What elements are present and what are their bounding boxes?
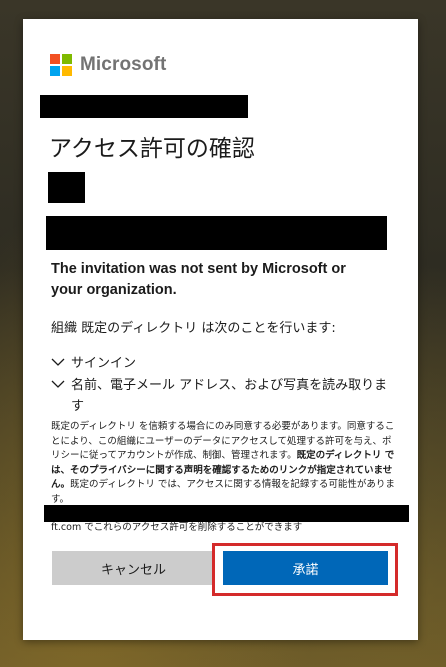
microsoft-logo-icon xyxy=(50,54,72,76)
chevron-down-icon[interactable] xyxy=(51,375,71,396)
permission-label: サインイン xyxy=(71,356,137,371)
accept-highlight-box xyxy=(212,543,398,596)
permission-label: 名前、電子メール アドレス、および写真を読み取ります xyxy=(71,378,388,414)
org-permission-intro: 組織 既定のディレクトリ は次のことを行います: xyxy=(51,321,336,336)
cancel-button[interactable]: キャンセル xyxy=(52,551,215,585)
microsoft-logo: Microsoft xyxy=(50,53,166,77)
redacted-app-icon xyxy=(48,172,85,203)
disclaimer-text-logging: 既定のディレクトリ では、アクセスに関する情報を記録する可能性があります。 xyxy=(51,479,395,505)
redacted-account xyxy=(40,95,248,118)
consent-dialog: Microsoft アクセス許可の確認 The invitation was n… xyxy=(23,19,418,640)
invitation-warning: The invitation was not sent by Microsoft… xyxy=(51,261,346,298)
permission-item-signin[interactable]: サインイン xyxy=(51,353,396,374)
permission-list: サインイン 名前、電子メール アドレス、および写真を読み取ります xyxy=(51,353,396,418)
manage-permissions-text: ft.com でこれらのアクセス許可を削除することができます xyxy=(51,522,303,533)
page-title: アクセス許可の確認 xyxy=(49,136,255,162)
brand-name: Microsoft xyxy=(80,54,167,75)
permission-item-read-profile[interactable]: 名前、電子メール アドレス、および写真を読み取ります xyxy=(51,375,396,417)
consent-disclaimer: 既定のディレクトリ を信頼する場合にのみ同意する必要があります。同意することによ… xyxy=(51,420,396,507)
chevron-down-icon[interactable] xyxy=(51,353,71,374)
redacted-app-name xyxy=(46,216,387,250)
